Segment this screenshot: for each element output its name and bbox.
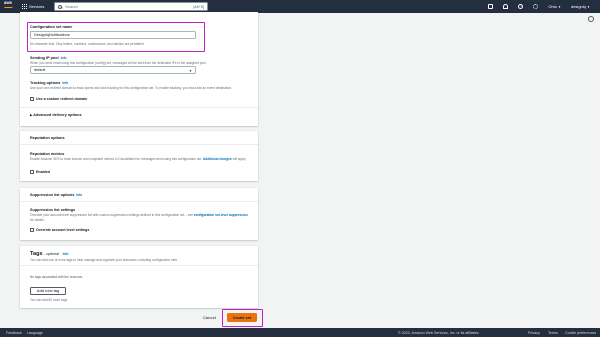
suppression-link[interactable]: configuration set-level suppression bbox=[194, 213, 248, 217]
reputation-desc: Enable Amazon SES to track bounce and co… bbox=[30, 157, 247, 161]
services-grid-icon bbox=[22, 4, 27, 9]
config-set-name-label: Configuration set name bbox=[30, 25, 73, 29]
sending-ip-desc: When you send email using this configura… bbox=[30, 61, 207, 65]
feedback-link[interactable]: Feedback bbox=[6, 331, 22, 335]
aws-smile-icon bbox=[4, 6, 13, 8]
config-set-name-hint: 64 character limit. Only letters, number… bbox=[30, 42, 145, 46]
custom-redirect-checkbox[interactable] bbox=[30, 97, 34, 101]
tracking-desc: Use your own redirect domain to track op… bbox=[30, 86, 233, 90]
tags-title: Tags - optional Info bbox=[30, 251, 69, 257]
settings-gear-icon[interactable] bbox=[533, 4, 539, 9]
divider bbox=[20, 201, 258, 202]
advanced-delivery-toggle[interactable]: ▶ Advanced delivery options bbox=[30, 113, 82, 117]
config-set-name-input[interactable]: DesignIqNotifications bbox=[30, 31, 196, 39]
reputation-metrics-label: Reputation metrics bbox=[30, 152, 65, 156]
reputation-enabled-label: Enabled bbox=[36, 170, 50, 174]
copyright-text: © 2023, Amazon Web Services, Inc. or its… bbox=[398, 330, 480, 335]
account-label: designiq bbox=[570, 4, 586, 9]
divider bbox=[20, 144, 258, 145]
region-caret-icon: ▼ bbox=[558, 5, 561, 9]
footer: Feedback Language © 2023, Amazon Web Ser… bbox=[0, 328, 600, 337]
search-placeholder: Search bbox=[65, 4, 78, 9]
tags-empty-message: No tags associated with the resource. bbox=[30, 275, 84, 279]
reputation-enabled-checkbox[interactable] bbox=[30, 170, 34, 174]
account-caret-icon: ▼ bbox=[587, 5, 590, 9]
language-link[interactable]: Language bbox=[27, 331, 43, 335]
additional-charges-link[interactable]: Additional charges bbox=[203, 157, 232, 161]
override-account-checkbox[interactable] bbox=[30, 228, 34, 232]
cookie-preferences-link[interactable]: Cookie preferences bbox=[565, 331, 596, 335]
suppression-desc: Override your account-level suppression … bbox=[30, 213, 248, 222]
cloudshell-icon[interactable] bbox=[488, 4, 494, 9]
notifications-bell-icon[interactable] bbox=[503, 4, 509, 9]
sending-ip-value: default bbox=[34, 68, 46, 72]
help-icon[interactable]: ? bbox=[518, 4, 524, 9]
suppression-header: Suppression list options Info bbox=[30, 193, 83, 197]
privacy-link[interactable]: Privacy bbox=[528, 331, 540, 335]
tags-desc: You can add one or more tags to help man… bbox=[30, 258, 178, 262]
divider bbox=[20, 265, 258, 266]
account-menu[interactable]: designiq ▼ bbox=[571, 4, 590, 9]
reputation-header: Reputation options bbox=[30, 136, 65, 140]
suppression-settings-label: Suppression list settings bbox=[30, 208, 76, 212]
search-input[interactable]: Search [Alt+S] bbox=[54, 2, 208, 11]
config-set-name-value: DesignIqNotifications bbox=[34, 33, 70, 37]
side-panel-settings-icon[interactable] bbox=[588, 16, 594, 22]
services-label: Services bbox=[29, 4, 45, 9]
expand-caret-icon: ▶ bbox=[30, 113, 33, 117]
tags-limit-text: You can add 50 more tags. bbox=[30, 298, 68, 302]
override-account-label: Override account level settings bbox=[36, 228, 90, 232]
add-new-tag-button[interactable]: Add new tag bbox=[30, 287, 66, 295]
cancel-button[interactable]: Cancel bbox=[203, 315, 216, 320]
tracking-options-label: Tracking options Info bbox=[30, 81, 69, 85]
select-caret-icon: ▼ bbox=[189, 69, 192, 73]
sending-ip-label: Sending IP pool Info bbox=[30, 56, 67, 60]
aws-logo-text: aws bbox=[4, 0, 12, 5]
nav-right: ? Ohio ▼ designiq ▼ bbox=[488, 3, 590, 10]
region-label: Ohio bbox=[548, 4, 557, 9]
terms-link[interactable]: Terms bbox=[548, 331, 558, 335]
sending-ip-info-link[interactable]: Info bbox=[61, 56, 67, 60]
sending-ip-select[interactable]: default ▼ bbox=[30, 66, 196, 74]
services-menu-button[interactable]: Services bbox=[22, 3, 44, 10]
tracking-info-link[interactable]: Info bbox=[62, 81, 68, 85]
search-icon bbox=[58, 4, 62, 9]
divider bbox=[20, 107, 258, 108]
suppression-info-link[interactable]: Info bbox=[76, 193, 82, 197]
custom-redirect-label: Use a custom redirect domain bbox=[36, 97, 88, 101]
tags-info-link[interactable]: Info bbox=[63, 252, 69, 256]
region-selector[interactable]: Ohio ▼ bbox=[548, 4, 561, 9]
search-shortcut: [Alt+S] bbox=[193, 4, 204, 9]
create-set-button[interactable]: Create set bbox=[227, 313, 257, 322]
aws-logo[interactable]: aws bbox=[4, 0, 18, 12]
